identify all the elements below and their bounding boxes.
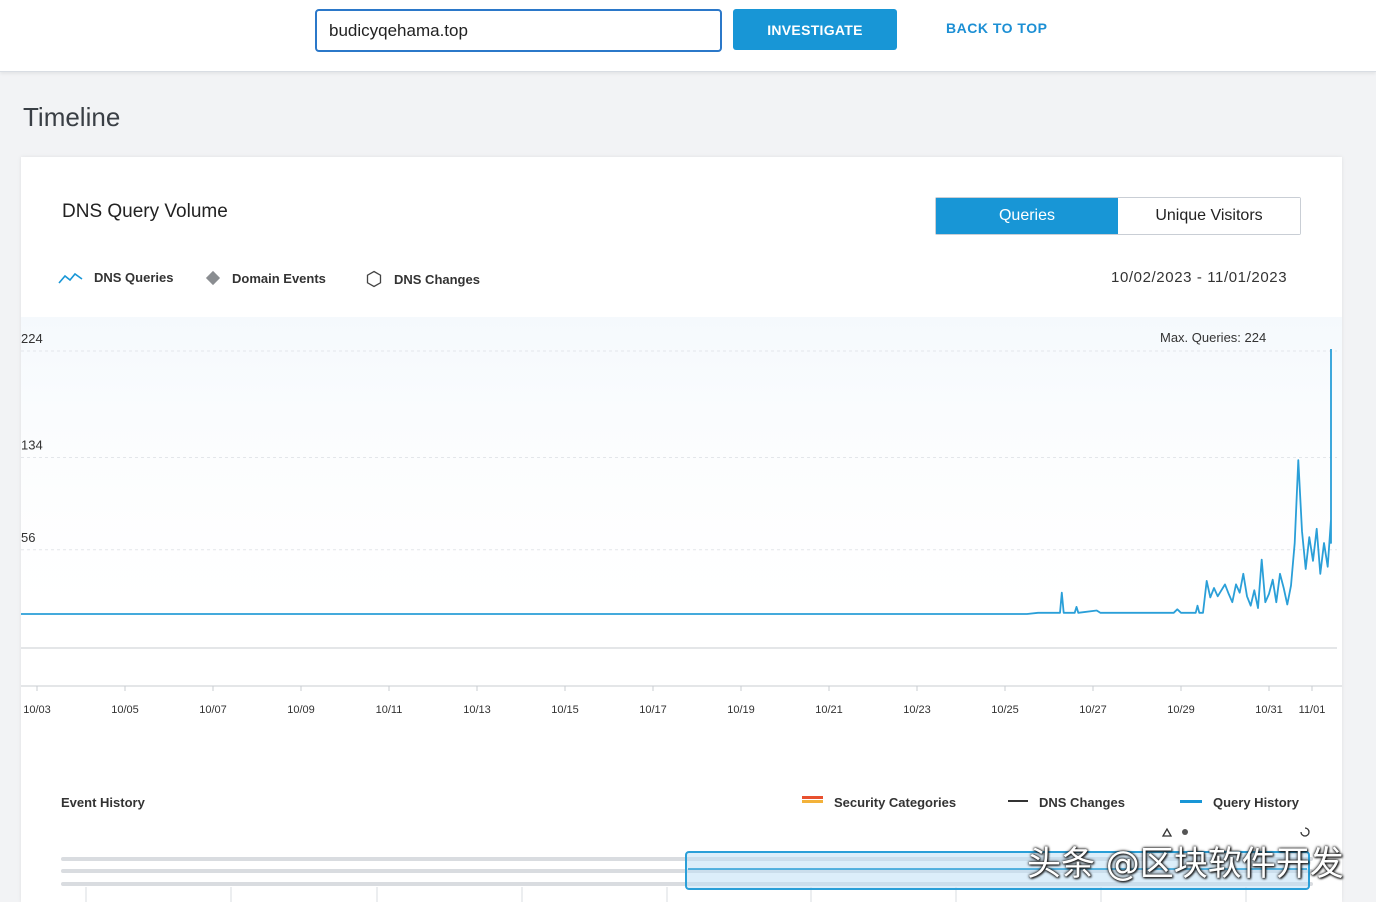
top-bar: INVESTIGATE BACK TO TOP: [0, 0, 1376, 72]
watermark: 头条 @区块软件开发: [1027, 844, 1344, 884]
back-to-top-link[interactable]: BACK TO TOP: [946, 20, 1047, 36]
alert-icon[interactable]: [1161, 827, 1173, 837]
timeline-panel: DNS Query Volume Queries Unique Visitors…: [21, 157, 1342, 902]
domain-search-input[interactable]: [315, 9, 722, 52]
investigate-button[interactable]: INVESTIGATE: [733, 9, 897, 50]
event-history-overview[interactable]: [21, 157, 1342, 902]
reset-icon[interactable]: [1300, 827, 1310, 837]
eye-icon[interactable]: [1182, 829, 1188, 835]
section-title: Timeline: [23, 102, 121, 132]
